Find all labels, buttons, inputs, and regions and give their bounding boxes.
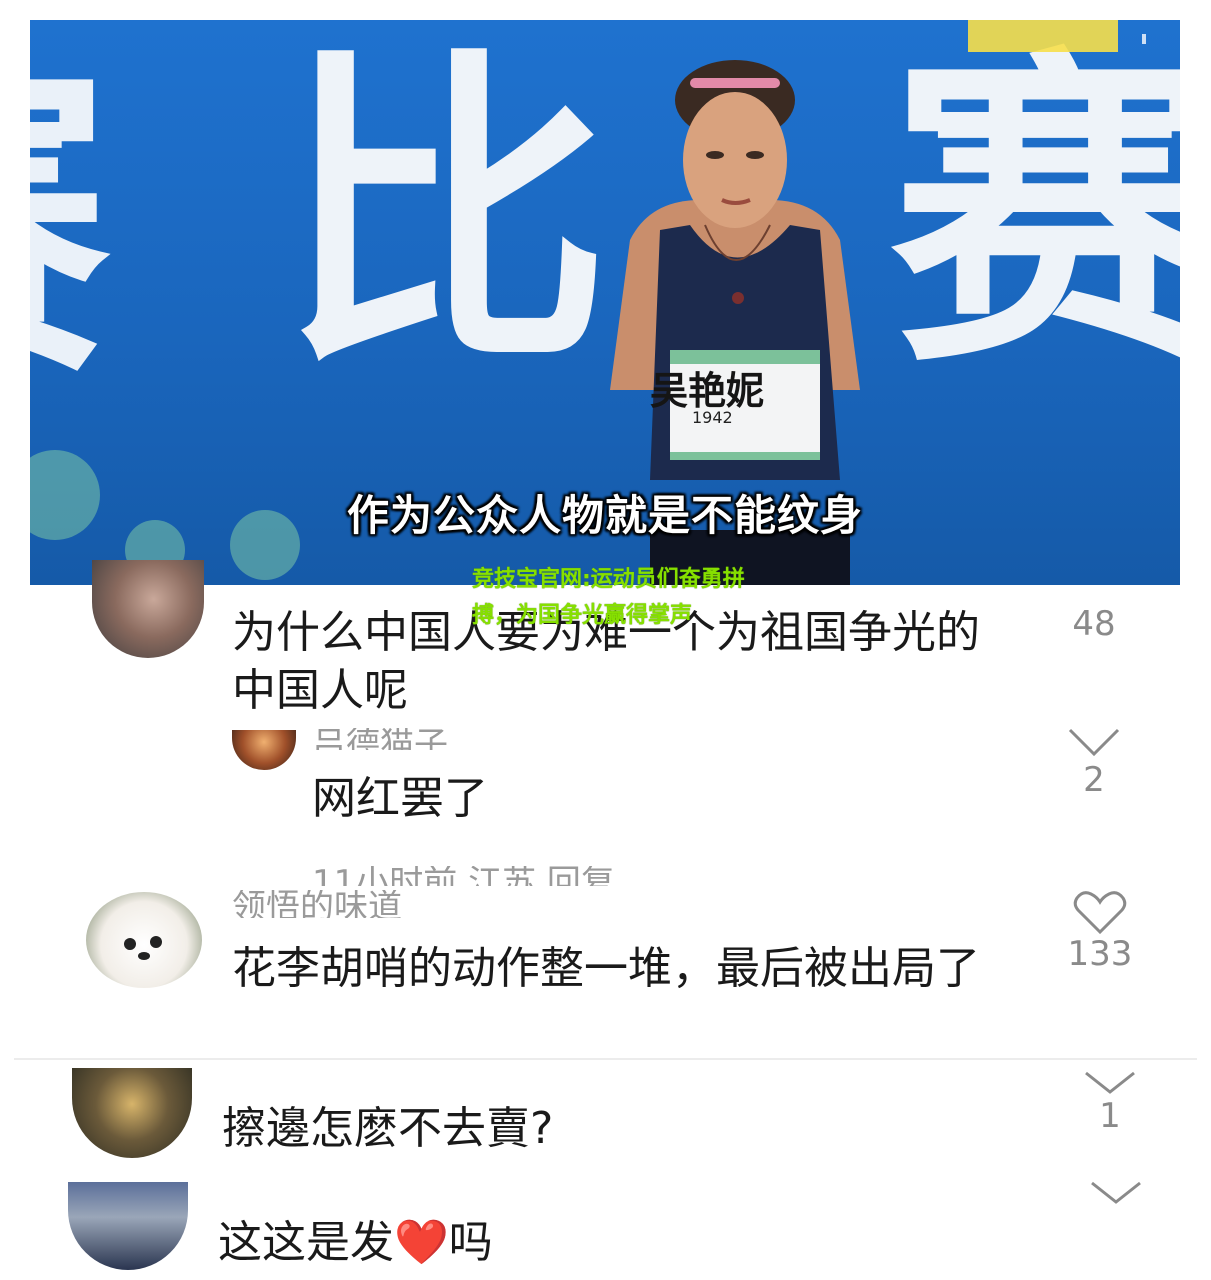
dog-face-icon — [124, 936, 162, 960]
channel-marker — [1142, 34, 1146, 44]
background-char: 赛 — [30, 60, 110, 390]
comment-text: 花李胡哨的动作整一堆，最后被出局了 — [232, 943, 980, 994]
like-count: 48 — [1072, 604, 1116, 644]
like-button[interactable]: 1 — [1070, 1070, 1150, 1136]
avatar[interactable] — [92, 560, 204, 658]
chevron-down-icon — [1085, 1071, 1135, 1094]
avatar[interactable] — [232, 730, 296, 770]
video-frame[interactable]: 赛 比 赛 吴艳妮 1942 作为公众人物就是不能纹身 — [30, 20, 1180, 585]
background-char-bi: 比 — [280, 23, 610, 407]
watermark-text: 竞技宝官网:运动员们奋勇拼搏，为国争光赢得掌声 — [472, 567, 745, 628]
like-count: 2 — [1083, 760, 1105, 800]
comment-meta: 11小时前 江苏 回复 — [312, 866, 615, 886]
avatar[interactable] — [72, 1068, 192, 1158]
chevron-down-icon — [1068, 728, 1120, 757]
video-subtitle: 作为公众人物就是不能纹身 — [346, 491, 863, 540]
like-count: 133 — [1067, 934, 1133, 974]
heart-icon — [1073, 891, 1127, 934]
like-button[interactable] — [1076, 1180, 1156, 1206]
comment-block — [0, 886, 1211, 890]
comment-text: 这这是发❤️吗 — [218, 1217, 493, 1268]
like-button[interactable]: 2 — [1054, 724, 1134, 800]
like-button[interactable]: 133 — [1060, 890, 1140, 974]
channel-badge — [968, 20, 1118, 52]
avatar[interactable] — [68, 1182, 188, 1270]
comment-username[interactable]: 领悟的味道 — [232, 890, 492, 918]
background-char-sai: 赛 — [890, 23, 1180, 407]
avatar[interactable] — [86, 892, 202, 988]
chevron-down-icon — [1091, 1181, 1141, 1204]
divider — [14, 1058, 1197, 1060]
like-count: 1 — [1099, 1096, 1121, 1136]
comment-username[interactable]: 吕德猫子 — [312, 728, 512, 750]
like-button[interactable]: 48 — [1054, 604, 1134, 644]
comment-text: 网红罢了 — [312, 773, 488, 824]
comment-text: 擦邊怎麽不去賣? — [222, 1103, 554, 1154]
bib-name: 吴艳妮 — [650, 369, 765, 413]
bib-number: 1942 — [692, 408, 733, 427]
